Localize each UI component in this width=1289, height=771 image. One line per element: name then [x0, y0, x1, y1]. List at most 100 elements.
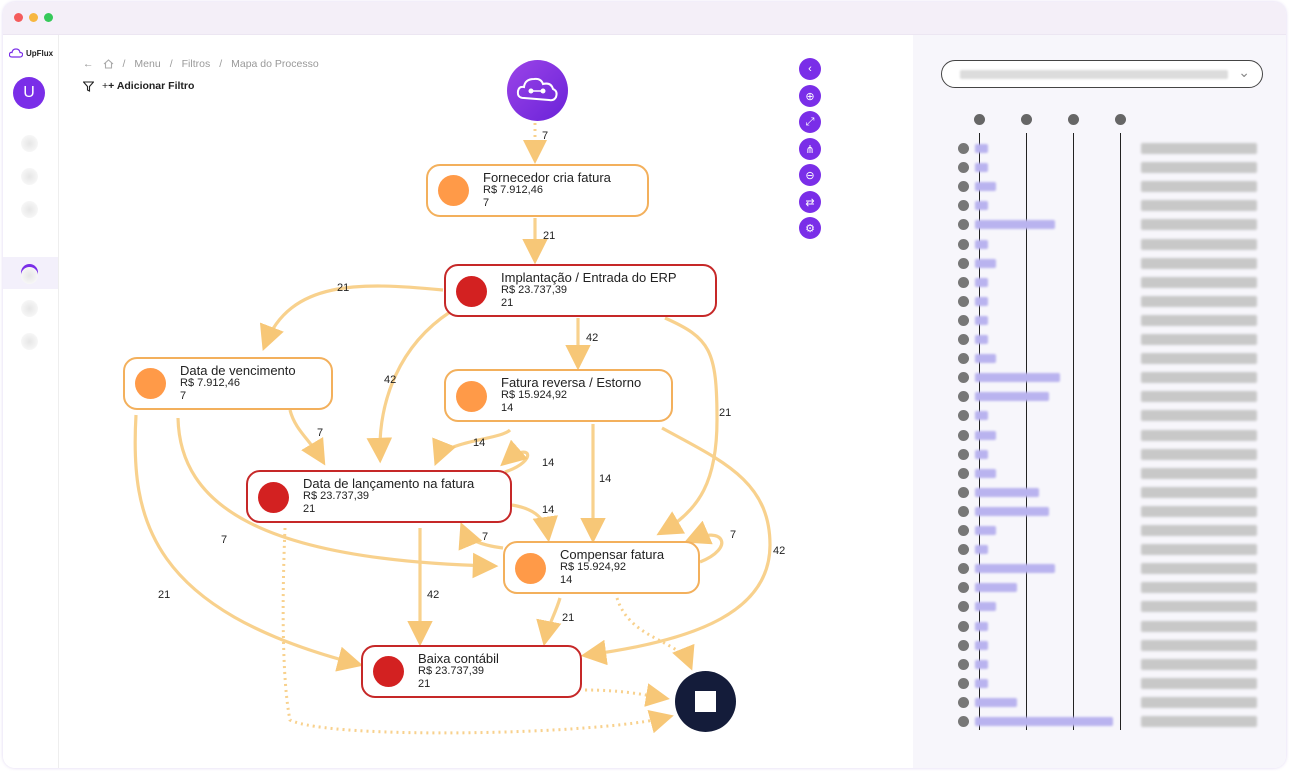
- variant-row-marker[interactable]: [958, 200, 969, 212]
- variant-row-marker[interactable]: [958, 563, 969, 575]
- variant-row-marker[interactable]: [958, 467, 969, 479]
- settings-icon: ⚙: [805, 222, 815, 235]
- variant-row-marker[interactable]: [958, 658, 969, 670]
- activity-node-baixa[interactable]: Baixa contábil R$ 23.737,39 21: [361, 645, 582, 698]
- variant-row-marker[interactable]: [958, 295, 969, 307]
- variant-label-placeholder: [1141, 544, 1257, 556]
- home-icon[interactable]: [103, 59, 114, 69]
- variant-row-marker[interactable]: [958, 162, 969, 174]
- activity-node-compensar[interactable]: Compensar fatura R$ 15.924,92 14: [503, 541, 700, 594]
- minimize-window-button[interactable]: [29, 13, 38, 22]
- activity-status-dot: [135, 368, 166, 399]
- variant-row-marker[interactable]: [958, 276, 969, 288]
- variant-label-placeholder: [1141, 620, 1257, 632]
- swap-button[interactable]: ⇄: [799, 191, 821, 213]
- variant-frequency-bar: [975, 296, 988, 306]
- filter-icon[interactable]: [83, 80, 94, 92]
- settings-button[interactable]: ⚙: [799, 217, 821, 239]
- variant-row-marker[interactable]: [958, 525, 969, 536]
- hierarchy-icon: ⋔: [805, 143, 815, 156]
- sidebar-item-6[interactable]: [21, 300, 38, 317]
- variant-frequency-bar: [975, 258, 996, 268]
- activity-node-fornecedor[interactable]: Fornecedor cria fatura R$ 7.912,46 7: [426, 164, 649, 217]
- variant-row-marker[interactable]: [958, 716, 969, 727]
- sidebar-item-1[interactable]: [21, 135, 38, 152]
- back-arrow-icon[interactable]: ←: [83, 58, 94, 70]
- fit-view-button[interactable]: ⤢: [799, 111, 821, 133]
- user-avatar[interactable]: U: [13, 77, 45, 109]
- breadcrumb-current: Mapa do Processo: [231, 58, 319, 70]
- variant-row-marker[interactable]: [958, 314, 969, 326]
- sidebar-item-7[interactable]: [21, 333, 38, 350]
- variant-row-marker[interactable]: [958, 696, 969, 708]
- variant-frequency-bar: [975, 468, 996, 478]
- variant-selector[interactable]: ⌄: [941, 60, 1263, 88]
- variant-row-marker[interactable]: [958, 544, 969, 556]
- collapse-panel-button[interactable]: ‹: [799, 58, 821, 80]
- variant-label-placeholder: [1141, 467, 1257, 479]
- close-window-button[interactable]: [14, 13, 23, 22]
- edge-label: 21: [562, 612, 575, 624]
- variant-label-placeholder: [1141, 525, 1257, 536]
- variant-row-marker[interactable]: [958, 677, 969, 689]
- variant-label-placeholder: [1141, 181, 1257, 193]
- hierarchy-layout-button[interactable]: ⋔: [799, 138, 821, 160]
- variant-row-marker[interactable]: [958, 181, 969, 193]
- variant-row-marker[interactable]: [958, 639, 969, 651]
- variant-frequency-bar: [975, 277, 988, 287]
- variant-row-marker[interactable]: [958, 429, 969, 441]
- sidebar-item-2[interactable]: [21, 168, 38, 185]
- activity-value: R$ 7.912,46: [180, 377, 240, 389]
- collapse-left-icon: ‹: [808, 63, 812, 75]
- column-gridline: [1120, 133, 1121, 730]
- variant-row-marker[interactable]: [958, 582, 969, 594]
- edge-implantacao-compensar: [656, 316, 719, 536]
- variant-row-marker[interactable]: [958, 238, 969, 250]
- variant-row-marker[interactable]: [958, 219, 969, 231]
- avatar-initial: U: [23, 84, 35, 101]
- variant-label-placeholder: [1141, 658, 1257, 670]
- breadcrumb-separator: /: [169, 58, 173, 70]
- variant-row-marker[interactable]: [958, 448, 969, 460]
- breadcrumb-menu[interactable]: Menu: [134, 58, 160, 70]
- variant-row-marker[interactable]: [958, 486, 969, 498]
- variant-row-marker[interactable]: [958, 410, 969, 422]
- variant-row-marker[interactable]: [958, 143, 969, 154]
- add-filter-button[interactable]: ++ Adicionar Filtro: [102, 80, 194, 92]
- variant-frequency-bar: [975, 526, 996, 535]
- process-start-node[interactable]: [507, 60, 568, 121]
- edge-label: 21: [719, 407, 732, 419]
- activity-node-vencimento[interactable]: Data de vencimento R$ 7.912,46 7: [123, 357, 333, 410]
- variant-frequency-bar: [975, 545, 988, 555]
- edge-label: 14: [599, 473, 612, 485]
- sidebar-item-3[interactable]: [21, 201, 38, 218]
- variant-row-marker[interactable]: [958, 257, 969, 269]
- sidebar-item-5[interactable]: [21, 267, 38, 284]
- selector-placeholder: [960, 70, 1228, 79]
- activity-node-lancamento[interactable]: Data de lançamento na fatura R$ 23.737,39…: [246, 470, 512, 523]
- variant-row-marker[interactable]: [958, 334, 969, 345]
- variant-row-marker[interactable]: [958, 353, 969, 365]
- variant-frequency-bar: [975, 697, 1017, 707]
- variant-row-marker[interactable]: [958, 372, 969, 384]
- variant-row-marker[interactable]: [958, 505, 969, 517]
- variant-row-marker[interactable]: [958, 620, 969, 632]
- zoom-out-button[interactable]: ⊖: [799, 164, 821, 186]
- fit-view-icon: ⤢: [805, 115, 815, 128]
- activity-node-reversa[interactable]: Fatura reversa / Estorno R$ 15.924,92 14: [444, 369, 673, 422]
- edge-baixa-end: [584, 683, 670, 707]
- variant-row-marker[interactable]: [958, 601, 969, 613]
- variant-label-placeholder: [1141, 276, 1257, 288]
- app-logo[interactable]: UpFlux: [9, 48, 53, 58]
- activity-count: 14: [560, 574, 573, 586]
- variant-row-marker[interactable]: [958, 391, 969, 403]
- activity-node-implantacao[interactable]: Implantação / Entrada do ERP R$ 23.737,39…: [444, 264, 717, 317]
- variant-label-placeholder: [1141, 314, 1257, 326]
- breadcrumb-filtros[interactable]: Filtros: [182, 58, 211, 70]
- variant-frequency-bar: [975, 163, 988, 173]
- variant-label-placeholder: [1141, 334, 1257, 345]
- maximize-window-button[interactable]: [44, 13, 53, 22]
- variant-label-placeholder: [1141, 410, 1257, 422]
- zoom-in-button[interactable]: ⊕: [799, 85, 821, 107]
- process-end-node[interactable]: [675, 671, 736, 732]
